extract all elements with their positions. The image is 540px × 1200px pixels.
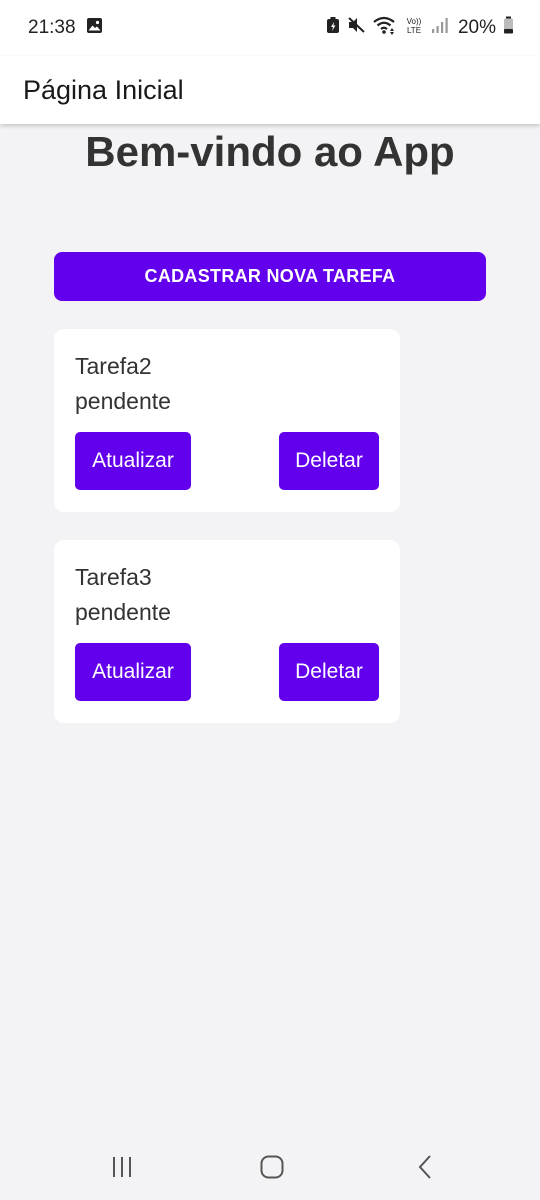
update-button[interactable]: Atualizar [75, 643, 191, 701]
svg-text:Vo)): Vo)) [407, 17, 422, 26]
battery-saver-icon [326, 16, 340, 40]
wifi-icon [373, 16, 397, 41]
battery-icon [503, 16, 514, 40]
system-nav-bar [0, 1130, 540, 1200]
update-button[interactable]: Atualizar [75, 432, 191, 490]
status-time: 21:38 [28, 17, 76, 38]
back-icon[interactable] [410, 1154, 440, 1180]
task-card: Tarefa2 pendente Atualizar Deletar [54, 329, 400, 512]
app-bar-title: Página Inicial [23, 74, 184, 105]
recent-apps-icon[interactable] [107, 1154, 137, 1180]
battery-percent: 20% [457, 17, 496, 38]
home-icon[interactable] [257, 1154, 287, 1180]
app-bar: Página Inicial [0, 56, 540, 124]
task-title: Tarefa3 [75, 564, 152, 590]
task-title: Tarefa2 [75, 353, 152, 379]
delete-button[interactable]: Deletar [279, 643, 379, 701]
signal-icon [431, 16, 451, 40]
gallery-icon [86, 17, 103, 40]
svg-text:LTE: LTE [407, 26, 421, 35]
mute-icon [347, 16, 366, 40]
task-card: Tarefa3 pendente Atualizar Deletar [54, 540, 400, 723]
new-task-button[interactable]: CADASTRAR NOVA TAREFA [54, 252, 486, 301]
welcome-heading: Bem-vindo ao App [85, 128, 455, 175]
task-status: pendente [75, 388, 171, 414]
status-bar: 21:38 Vo)) LTE 20% [0, 0, 540, 56]
delete-button[interactable]: Deletar [279, 432, 379, 490]
volte-icon: Vo)) LTE [404, 16, 424, 41]
task-status: pendente [75, 599, 171, 625]
